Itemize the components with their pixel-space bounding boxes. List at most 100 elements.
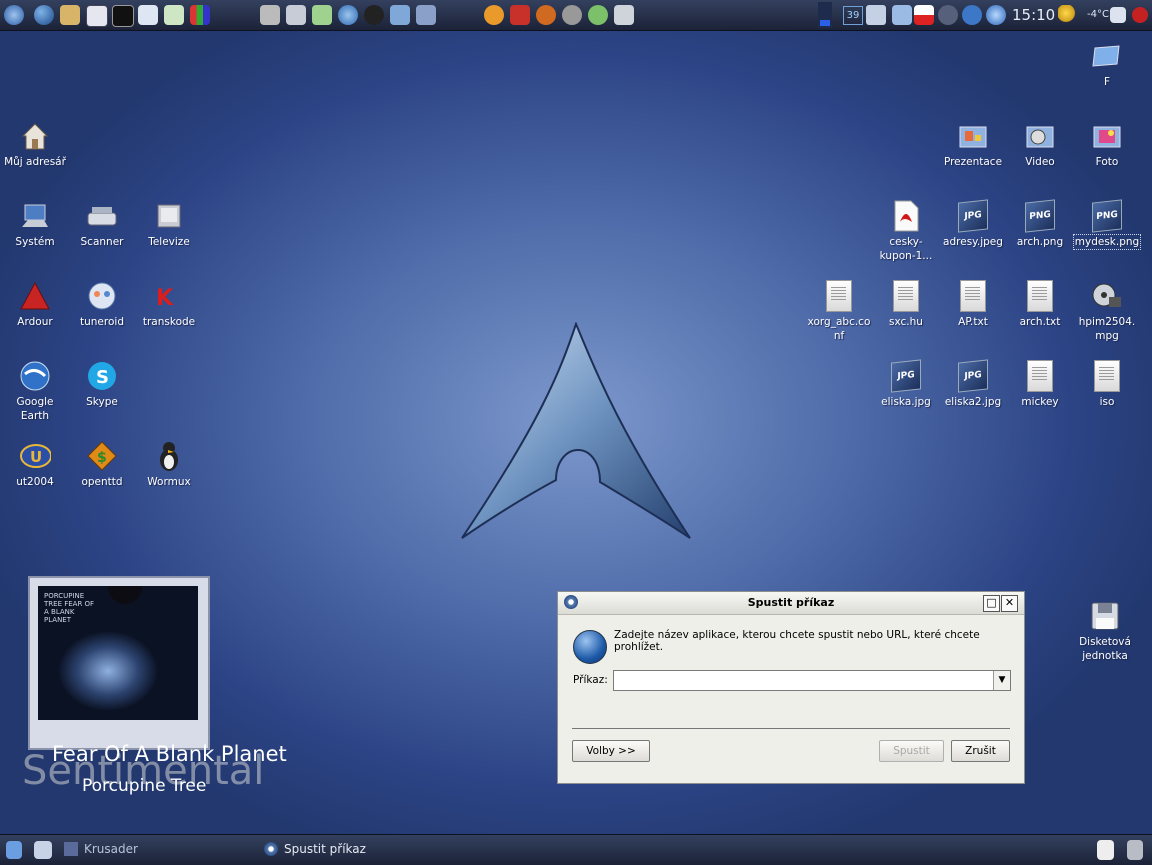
jpg-file-icon: JPG bbox=[958, 359, 988, 393]
desktop-icon-tuneroid[interactable]: tuneroid bbox=[69, 280, 135, 329]
png-file-icon: PNG bbox=[1025, 199, 1055, 233]
album-cover[interactable]: PORCUPINE TREE FEAR OF A BLANK PLANET bbox=[28, 576, 210, 750]
disk-burn-icon[interactable] bbox=[286, 5, 306, 25]
run-button[interactable]: Spustit bbox=[879, 740, 944, 762]
desktop-icon-iso[interactable]: iso bbox=[1074, 360, 1140, 409]
album-art: PORCUPINE TREE FEAR OF A BLANK PLANET bbox=[38, 586, 198, 720]
desktop-icon-ardour[interactable]: Ardour bbox=[2, 280, 68, 329]
bluetooth-icon[interactable] bbox=[938, 5, 958, 25]
window-icon[interactable] bbox=[614, 5, 634, 25]
desktop-icon-wormux[interactable]: Wormux bbox=[136, 440, 202, 489]
computer-icon bbox=[22, 204, 48, 227]
spreadsheet-icon[interactable] bbox=[312, 5, 332, 25]
desktop-icon-video[interactable]: Video bbox=[1007, 120, 1073, 169]
desktop-icon-arch-png[interactable]: PNG arch.png bbox=[1007, 199, 1073, 249]
trash-icon[interactable] bbox=[1127, 840, 1143, 860]
konqueror-icon[interactable] bbox=[34, 5, 54, 25]
desktop-icon-skype[interactable]: S Skype bbox=[69, 360, 135, 409]
desktop-icon-arch-txt[interactable]: arch.txt bbox=[1007, 280, 1073, 329]
inkscape-icon[interactable] bbox=[364, 5, 384, 25]
dialog-titlebar[interactable]: Spustit příkaz □ ✕ bbox=[558, 592, 1024, 615]
desktop-icon-scanner[interactable]: Scanner bbox=[69, 200, 135, 249]
tools-icon[interactable] bbox=[416, 5, 436, 25]
chevron-down-icon[interactable]: ▼ bbox=[993, 671, 1010, 690]
svg-text:S: S bbox=[96, 367, 109, 388]
desktop-icon-google-earth[interactable]: Google Earth bbox=[2, 360, 68, 423]
flag-icon[interactable] bbox=[914, 5, 934, 25]
desktop-icon-mydesk[interactable]: PNG mydesk.png bbox=[1073, 199, 1141, 250]
camera-icon[interactable] bbox=[260, 5, 280, 25]
logout-icon[interactable] bbox=[1132, 7, 1148, 23]
presentation-folder-icon bbox=[959, 126, 987, 148]
desktop-icon-tv[interactable]: Televize bbox=[136, 200, 202, 249]
desktop-icon-eliska2[interactable]: JPG eliska2.jpg bbox=[940, 359, 1006, 409]
network-icon[interactable] bbox=[338, 5, 358, 25]
top-panel: 39 15:10 -4°C bbox=[0, 0, 1152, 31]
skype-icon: S bbox=[88, 362, 116, 390]
bottom-panel: Krusader Spustit příkaz bbox=[0, 834, 1152, 865]
desktop-icon-eliska[interactable]: JPG eliska.jpg bbox=[873, 359, 939, 409]
task-run-command[interactable]: Spustit příkaz bbox=[264, 842, 366, 856]
desktop-icon-sxc[interactable]: sxc.hu bbox=[873, 280, 939, 329]
desktop-icon-transkode[interactable]: K transkode bbox=[136, 280, 202, 329]
transkode-icon: K bbox=[156, 286, 174, 311]
desktop-icon-ut2004[interactable]: U ut2004 bbox=[2, 440, 68, 489]
office-icon[interactable] bbox=[190, 5, 210, 25]
terminal-icon[interactable] bbox=[112, 5, 134, 27]
desktop-icon-xorg[interactable]: xorg_abc.conf bbox=[806, 280, 872, 343]
pager-icon[interactable] bbox=[34, 841, 52, 859]
guitar-icon[interactable] bbox=[536, 5, 556, 25]
video-editor-icon[interactable] bbox=[562, 5, 582, 25]
editor-icon[interactable] bbox=[164, 5, 184, 25]
command-combobox[interactable]: ▼ bbox=[613, 670, 1011, 691]
maximize-button[interactable]: □ bbox=[983, 595, 1000, 612]
kontact-icon[interactable] bbox=[138, 5, 158, 25]
scanner-icon bbox=[87, 207, 117, 226]
video-file-icon bbox=[1092, 283, 1121, 307]
desktop-icon-prezentace[interactable]: Prezentace bbox=[940, 120, 1006, 169]
weather-icon[interactable] bbox=[1058, 5, 1078, 25]
volume-icon[interactable] bbox=[866, 5, 886, 25]
desktop-icon-adresy[interactable]: JPG adresy.jpeg bbox=[940, 199, 1006, 249]
text-file-icon bbox=[1027, 360, 1053, 392]
lock-screen-icon[interactable] bbox=[1110, 7, 1126, 23]
krusader-icon[interactable] bbox=[86, 5, 108, 27]
options-button[interactable]: Volby >> bbox=[572, 740, 650, 762]
desktop-icon-hpim[interactable]: hpim2504.mpg bbox=[1074, 280, 1140, 343]
cancel-button[interactable]: Zrušit bbox=[951, 740, 1010, 762]
close-button[interactable]: ✕ bbox=[1001, 595, 1018, 612]
dialog-message: Zadejte název aplikace, kterou chcete sp… bbox=[614, 629, 980, 653]
audacity-icon[interactable] bbox=[484, 5, 504, 25]
media-player-icon[interactable] bbox=[588, 5, 608, 25]
musicbrainz-icon[interactable] bbox=[510, 5, 530, 25]
desktop-icon-home[interactable]: Můj adresář bbox=[2, 120, 68, 169]
pager[interactable] bbox=[818, 2, 832, 28]
svg-text:$: $ bbox=[97, 450, 107, 466]
desktop-icon-mickey[interactable]: mickey bbox=[1007, 360, 1073, 409]
text-file-icon bbox=[1094, 360, 1120, 392]
desktop-icon-openttd[interactable]: $ openttd bbox=[69, 440, 135, 489]
jpg-file-icon: JPG bbox=[958, 199, 988, 233]
klipper-icon[interactable] bbox=[892, 5, 912, 25]
desktop-icon-system[interactable]: Systém bbox=[2, 200, 68, 249]
show-desktop-icon[interactable] bbox=[6, 841, 22, 859]
run-command-dialog: Spustit příkaz □ ✕ Zadejte název aplikac… bbox=[557, 591, 1025, 784]
image-viewer-icon[interactable] bbox=[390, 5, 410, 25]
globe-icon[interactable] bbox=[986, 5, 1006, 25]
notes-icon[interactable] bbox=[1097, 840, 1114, 860]
desktop-icon-foto[interactable]: Foto bbox=[1074, 120, 1140, 169]
desktop-icon-drive-f[interactable]: F bbox=[1074, 40, 1140, 89]
desktop-number-badge[interactable]: 39 bbox=[843, 6, 863, 25]
desktop-icon-floppy[interactable]: Disketová jednotka bbox=[1072, 600, 1138, 663]
home-icon[interactable] bbox=[60, 5, 80, 25]
svg-text:U: U bbox=[30, 448, 42, 466]
arch-logo bbox=[461, 322, 691, 539]
kde-menu-icon[interactable] bbox=[4, 5, 24, 25]
network-status-icon[interactable] bbox=[962, 5, 982, 25]
task-krusader[interactable]: Krusader bbox=[64, 842, 138, 856]
video-folder-icon bbox=[1026, 126, 1054, 148]
desktop-icon-cesky-kupon[interactable]: cesky-kupon-1... bbox=[873, 200, 939, 263]
desktop-icon-ap-txt[interactable]: AP.txt bbox=[940, 280, 1006, 329]
now-playing-artist: Porcupine Tree bbox=[82, 776, 207, 796]
clock[interactable]: 15:10 bbox=[1012, 6, 1055, 24]
